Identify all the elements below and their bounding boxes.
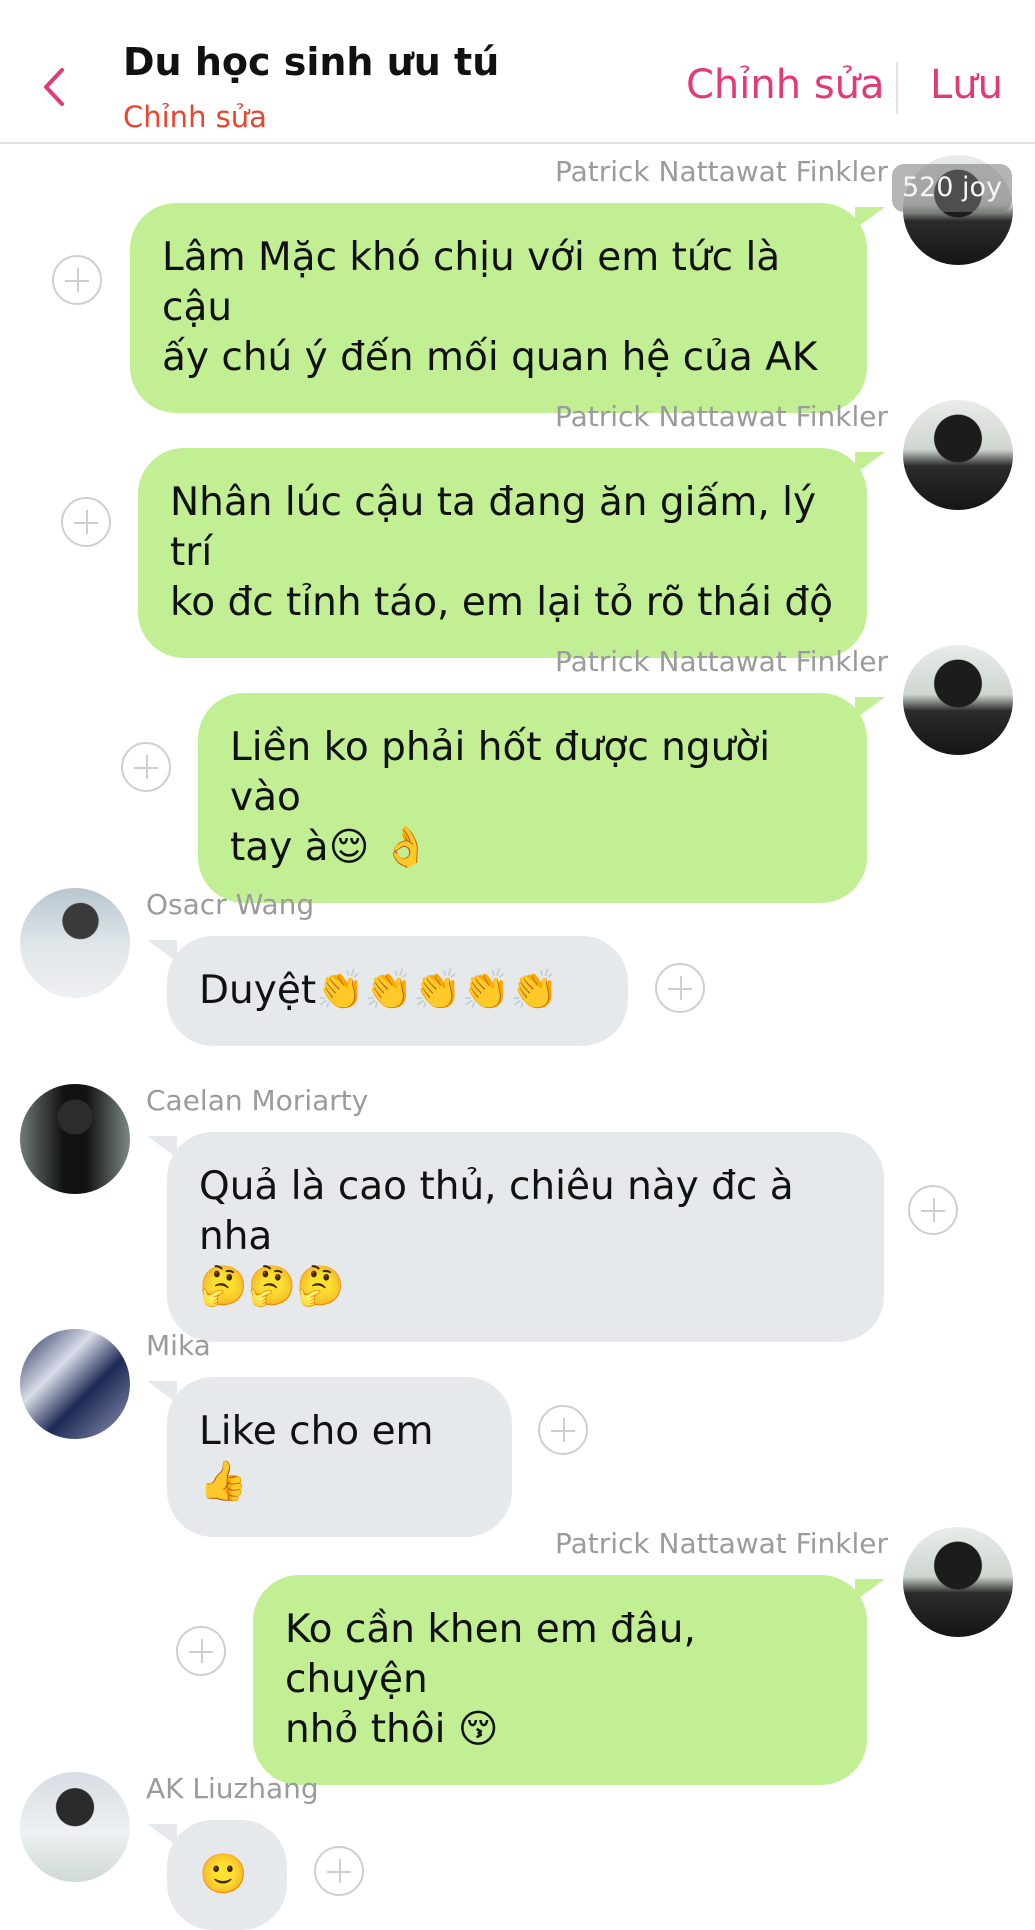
incoming-message-bubble[interactable]: Duyệt👏👏👏👏👏 xyxy=(167,936,628,1046)
avatar[interactable] xyxy=(20,1084,130,1194)
watermark: 520 joy xyxy=(892,164,1012,212)
add-reaction-icon[interactable] xyxy=(176,1626,226,1676)
chat-subtitle: Chỉnh sửa xyxy=(123,100,267,134)
sender-name: Osacr Wang xyxy=(146,888,315,921)
message-text-line: Liền ko phải hốt được người vào xyxy=(230,725,771,820)
incoming-message-bubble[interactable]: Like cho em👍 xyxy=(167,1377,512,1537)
sender-name: AK Liuzhang xyxy=(146,1772,319,1805)
avatar[interactable] xyxy=(903,645,1013,755)
message-text-line: tay à😌 👌 xyxy=(230,825,431,870)
sender-name: Patrick Nattawat Finkler xyxy=(554,1527,888,1560)
save-button[interactable]: Lưu xyxy=(930,62,1003,108)
sender-name: Caelan Moriarty xyxy=(146,1084,369,1117)
outgoing-message-bubble[interactable]: Nhân lúc cậu ta đang ăn giấm, lý trí ko đ… xyxy=(138,448,867,658)
chevron-left-icon xyxy=(44,68,64,106)
message-text-line: ko đc tỉnh táo, em lại tỏ rõ thái độ xyxy=(170,580,833,625)
avatar[interactable] xyxy=(903,400,1013,510)
add-reaction-icon[interactable] xyxy=(61,497,111,547)
incoming-message-bubble[interactable]: Quả là cao thủ, chiêu này đc à nha 🤔🤔🤔 xyxy=(167,1132,884,1342)
add-reaction-icon[interactable] xyxy=(538,1405,588,1455)
message-text-line: Duyệt👏👏👏👏👏 xyxy=(199,968,559,1013)
back-button[interactable] xyxy=(38,62,68,112)
message-text-line: Quả là cao thủ, chiêu này đc à nha xyxy=(199,1164,794,1259)
message-text-line: Ko cần khen em đâu, chuyện xyxy=(285,1607,696,1702)
avatar[interactable] xyxy=(903,1527,1013,1637)
outgoing-message-bubble[interactable]: Lâm Mặc khó chịu với em tức là cậu ấy chú… xyxy=(130,203,867,413)
header-divider xyxy=(896,62,898,114)
add-reaction-icon[interactable] xyxy=(655,963,705,1013)
edit-button[interactable]: Chỉnh sửa xyxy=(686,62,885,108)
avatar[interactable] xyxy=(20,888,130,998)
sender-name: Patrick Nattawat Finkler xyxy=(554,645,888,678)
message-text-line: ấy chú ý đến mối quan hệ của AK xyxy=(162,335,818,380)
message-text-line: nhỏ thôi 😚 xyxy=(285,1707,499,1752)
chat-header: Du học sinh ưu tú Chỉnh sửa Chỉnh sửa Lư… xyxy=(0,0,1035,144)
message-text-line: 🙂 xyxy=(199,1852,248,1897)
add-reaction-icon[interactable] xyxy=(314,1846,364,1896)
sender-name: Patrick Nattawat Finkler xyxy=(554,155,888,188)
sender-name: Patrick Nattawat Finkler xyxy=(554,400,888,433)
sender-name: Mika xyxy=(146,1329,211,1362)
add-reaction-icon[interactable] xyxy=(121,742,171,792)
message-text-line: Lâm Mặc khó chịu với em tức là cậu xyxy=(162,235,781,330)
avatar[interactable] xyxy=(20,1329,130,1439)
message-text-line: 🤔🤔🤔 xyxy=(199,1264,345,1309)
outgoing-message-bubble[interactable]: Ko cần khen em đâu, chuyện nhỏ thôi 😚 xyxy=(253,1575,867,1785)
avatar[interactable] xyxy=(20,1772,130,1882)
message-text-line: Nhân lúc cậu ta đang ăn giấm, lý trí xyxy=(170,480,817,575)
add-reaction-icon[interactable] xyxy=(908,1185,958,1235)
message-text-line: Like cho em👍 xyxy=(199,1409,434,1504)
add-reaction-icon[interactable] xyxy=(52,255,102,305)
outgoing-message-bubble[interactable]: Liền ko phải hốt được người vào tay à😌 👌 xyxy=(198,693,867,903)
chat-title: Du học sinh ưu tú xyxy=(123,40,500,84)
incoming-message-bubble[interactable]: 🙂 xyxy=(167,1820,287,1930)
